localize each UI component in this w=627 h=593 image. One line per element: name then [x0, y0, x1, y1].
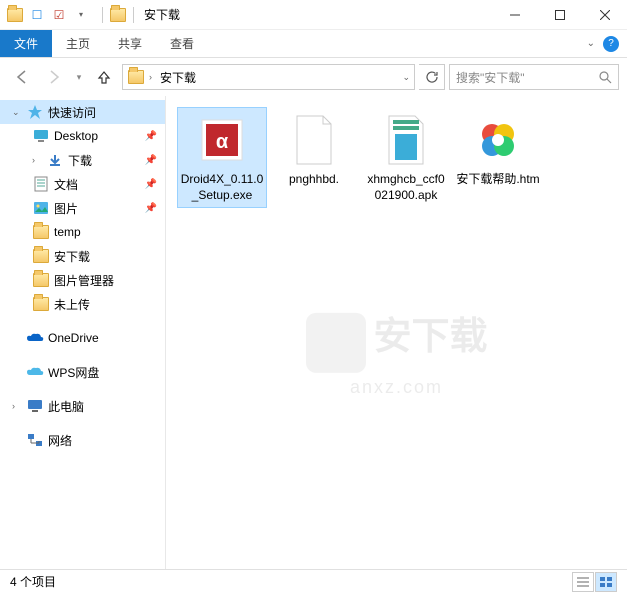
sidebar-item-unuploaded[interactable]: 未上传 — [0, 292, 165, 316]
apk-icon — [378, 112, 434, 168]
path-dropdown-icon[interactable]: ⌄ — [402, 72, 410, 83]
icons-view-button[interactable] — [595, 572, 617, 592]
title-folder-icon — [109, 6, 127, 24]
status-bar: 4 个项目 — [0, 569, 627, 593]
folder-icon — [32, 296, 50, 312]
file-item-droid4x[interactable]: α Droid4X_0.11.0_Setup.exe — [178, 108, 266, 207]
search-input[interactable]: 搜索"安下载" — [449, 64, 619, 90]
back-button[interactable] — [8, 63, 36, 91]
maximize-button[interactable] — [537, 0, 582, 30]
sidebar-item-downloads[interactable]: › 下载 📌 — [0, 148, 165, 172]
expand-icon[interactable]: ⌄ — [12, 107, 22, 118]
pin-icon: 📌 — [145, 179, 157, 190]
pin-icon: 📌 — [145, 155, 157, 166]
title-bar: ☐ ☑ ▾ 安下载 — [0, 0, 627, 30]
navigation-pane: ⌄ 快速访问 Desktop 📌 › 下载 📌 文档 📌 图片 📌 temp — [0, 96, 166, 569]
chevron-icon[interactable]: › — [149, 72, 152, 82]
onedrive-icon — [26, 330, 44, 346]
quick-access-icon — [26, 104, 44, 120]
folder-icon — [32, 224, 50, 240]
tab-home[interactable]: 主页 — [52, 30, 104, 57]
expand-icon[interactable]: › — [32, 155, 42, 165]
title-divider-2 — [133, 7, 134, 23]
up-button[interactable] — [90, 63, 118, 91]
watermark: 安下载 anxz.com — [305, 304, 487, 398]
documents-icon — [32, 176, 50, 192]
downloads-icon — [46, 152, 64, 168]
sidebar-item-pictures[interactable]: 图片 📌 — [0, 196, 165, 220]
htm-icon — [470, 112, 526, 168]
breadcrumb[interactable]: › 安下载 ⌄ — [122, 64, 415, 90]
file-item-apk[interactable]: xhmghcb_ccf0021900.apk — [362, 108, 450, 207]
window-controls — [492, 0, 627, 30]
ribbon-tabs: 文件 主页 共享 查看 ⌄ ? — [0, 30, 627, 58]
quick-access-label: 快速访问 — [48, 104, 96, 121]
sidebar-item-wps[interactable]: WPS网盘 — [0, 360, 165, 384]
folder-qat-icon[interactable] — [6, 6, 24, 24]
tab-file[interactable]: 文件 — [0, 30, 52, 57]
path-segment[interactable]: 安下载 — [156, 69, 200, 86]
item-count: 4 个项目 — [10, 573, 56, 590]
blank-file-icon — [286, 112, 342, 168]
path-folder-icon — [127, 68, 145, 86]
file-view[interactable]: α Droid4X_0.11.0_Setup.exe pnghhbd. xhmg… — [166, 96, 627, 569]
quick-access-toolbar: ☐ ☑ ▾ — [0, 6, 96, 24]
file-item-htm[interactable]: 安下载帮助.htm — [454, 108, 542, 207]
this-pc-icon — [26, 398, 44, 414]
address-bar: ▾ › 安下载 ⌄ 搜索"安下载" — [0, 58, 627, 96]
properties-qat-icon[interactable]: ☐ — [28, 6, 46, 24]
forward-button[interactable] — [40, 63, 68, 91]
tab-share[interactable]: 共享 — [104, 30, 156, 57]
help-icon[interactable]: ? — [603, 36, 619, 52]
svg-text:α: α — [216, 131, 229, 153]
sidebar-item-picmanager[interactable]: 图片管理器 — [0, 268, 165, 292]
search-placeholder: 搜索"安下载" — [456, 69, 595, 86]
file-item-png[interactable]: pnghhbd. — [270, 108, 358, 207]
recent-dropdown[interactable]: ▾ — [72, 63, 86, 91]
window-title: 安下载 — [144, 6, 180, 23]
title-divider — [102, 7, 103, 23]
sidebar-item-quick-access[interactable]: ⌄ 快速访问 — [0, 100, 165, 124]
search-icon — [599, 71, 612, 84]
tab-view[interactable]: 查看 — [156, 30, 208, 57]
refresh-button[interactable] — [419, 64, 445, 90]
desktop-icon — [32, 128, 50, 144]
sidebar-item-this-pc[interactable]: › 此电脑 — [0, 394, 165, 418]
wps-icon — [26, 364, 44, 380]
sidebar-item-onedrive[interactable]: OneDrive — [0, 326, 165, 350]
details-view-button[interactable] — [572, 572, 594, 592]
checkbox-qat-icon[interactable]: ☑ — [50, 6, 68, 24]
pin-icon: 📌 — [145, 203, 157, 214]
pictures-icon — [32, 200, 50, 216]
sidebar-item-documents[interactable]: 文档 📌 — [0, 172, 165, 196]
close-button[interactable] — [582, 0, 627, 30]
sidebar-item-desktop[interactable]: Desktop 📌 — [0, 124, 165, 148]
minimize-button[interactable] — [492, 0, 537, 30]
folder-icon — [32, 248, 50, 264]
qat-dropdown-icon[interactable]: ▾ — [72, 6, 90, 24]
pin-icon: 📌 — [145, 131, 157, 142]
sidebar-item-anxz[interactable]: 安下载 — [0, 244, 165, 268]
expand-icon[interactable]: › — [12, 401, 22, 411]
exe-icon: α — [194, 112, 250, 168]
ribbon-expand-icon[interactable]: ⌄ — [587, 38, 595, 49]
sidebar-item-network[interactable]: 网络 — [0, 428, 165, 452]
folder-icon — [32, 272, 50, 288]
sidebar-item-temp[interactable]: temp — [0, 220, 165, 244]
network-icon — [26, 432, 44, 448]
